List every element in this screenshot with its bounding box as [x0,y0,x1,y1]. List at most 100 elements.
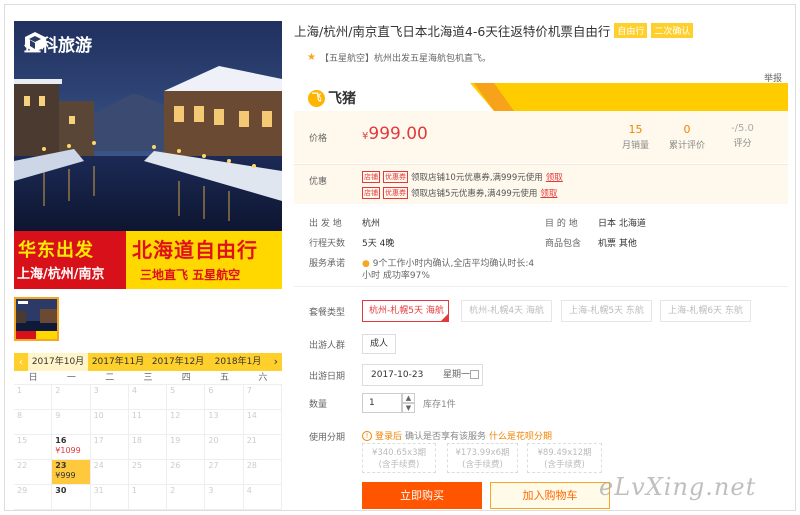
calendar-day-number: 10 [93,411,104,420]
quantity-input[interactable]: 1 [362,393,402,413]
calendar-day-number: 20 [208,436,219,445]
date-value: 2017-10-23 [371,370,424,380]
info-icon: ! [362,430,372,441]
product-subtitle: ★ 【五星航空】杭州出发五星海航包机直飞。 [307,51,491,64]
weekday-label: 六 [258,373,268,383]
banner-features: 三地直飞 五星航空 [140,268,241,282]
quantity-label: 数量 [309,400,328,410]
calendar-day-number: 24 [93,461,104,470]
calendar-day-number: 15 [17,436,28,445]
sales-number: 15 [628,123,643,136]
installment-note-text: 确认是否享有该服务 [405,432,487,442]
calendar-day-price: ¥1099 [55,446,81,455]
calendar-day-number: 4 [131,386,137,395]
calendar-day-number: 1 [17,386,23,395]
quantity-up-icon[interactable]: ▲ [402,393,415,403]
weekday-label: 五 [220,373,230,383]
add-to-cart-button[interactable]: 加入购物车 [490,482,610,509]
calendar-day-cell: 3 [205,485,244,510]
installment-amount: ¥340.65x3期 [371,448,427,458]
calendar-day-cell: 1 [128,485,168,510]
installment-option-6[interactable]: ¥173.99x6期 (含手续费) [447,443,518,473]
image-thumbnail[interactable] [14,297,59,341]
package-label: 套餐类型 [309,308,346,318]
coupon-text-2: 领取店铺5元优惠券,满499元使用 [411,189,538,199]
installment-option-12[interactable]: ¥89.49x12期 (含手续费) [527,443,602,473]
package-option-2[interactable]: 杭州-札幌4天 海航 [461,300,552,322]
calendar-day-number: 14 [246,411,257,420]
quantity-down-icon[interactable]: ▼ [402,403,415,413]
crowd-option-adult[interactable]: 成人 [362,334,396,354]
fliggy-logo-icon: 飞 [308,89,325,107]
date-picker[interactable]: 2017-10-23 星期一 [362,364,483,386]
login-link[interactable]: 登录后 [375,429,402,442]
date-weekday: 星期一 [443,370,471,380]
depart-value: 杭州 [362,219,381,229]
calendar-day-number: 7 [246,386,252,395]
calendar-day-number: 31 [93,486,104,495]
coupon-tag-coupon: 优惠券 [383,187,408,199]
service-promise-label: 服务承诺 [309,259,346,269]
installment-option-3[interactable]: ¥340.65x3期 (含手续费) [362,443,436,473]
promo-label: 优惠 [309,177,328,187]
calendar-day-price: ¥999 [55,471,76,480]
includes-label: 商品包含 [545,239,582,249]
calendar-day-cell: 3 [90,385,129,410]
calendar-day-grid: 1 2 3 4 5 6 7 8 9 10 11 12 13 14 15 16 ¥1099 17 18 19 20 21 22… [14,385,282,510]
month-tab-1[interactable]: 2017年10月 [28,353,88,371]
installment-fee: (含手续费) [378,460,420,470]
calendar-day-cell: 4 [243,485,282,510]
installment-label: 使用分期 [309,433,346,443]
coupon-text-1: 领取店铺10元优惠券,满999元使用 [411,173,543,183]
product-title-row: 上海/杭州/南京直飞日本北海道4-6天往返特价机票自由行 自由行 二次确认 [294,21,694,40]
calendar-icon [470,370,479,379]
claim-coupon-link-1[interactable]: 领取 [546,171,563,183]
calendar-day-cell: 10 [90,410,129,435]
installment-help-link[interactable]: 什么是花呗分期 [489,429,552,442]
month-tab-4[interactable]: 2018年1月 [208,353,268,371]
calendar-day-cell: 24 [90,460,129,485]
product-main-image[interactable]: 盈科旅游 华东出发 上海/杭州/南京 北海道自由行 三地直飞 五星航空 [14,21,282,289]
calendar-day-number: 17 [93,436,104,445]
promotion-panel: 优惠 店铺 优惠券 领取店铺10元优惠券,满999元使用 领取 店铺 优惠券 领… [294,164,788,204]
calendar-day-cell: 12 [167,410,206,435]
calendar-day-number: 16 [55,436,67,445]
weekday-label: 一 [66,373,76,383]
claim-coupon-link-2[interactable]: 领取 [540,187,557,199]
sales-label: 月销量 [622,141,650,151]
package-option-3[interactable]: 上海-札幌5天 东航 [561,300,652,322]
calendar-day-cell: 29 [14,485,53,510]
calendar-next-icon[interactable]: › [274,353,278,371]
calendar-day-cell: 28 [243,460,282,485]
calendar-day-cell[interactable]: 23 ¥999 [52,460,91,485]
month-tab-3[interactable]: 2017年12月 [148,353,208,371]
calendar-day-cell[interactable]: 16 ¥1099 [52,435,91,460]
total-reviews[interactable]: 0 累计评价 [669,123,705,151]
calendar-day-cell: 2 [52,385,91,410]
package-option-4[interactable]: 上海-札幌6天 东航 [660,300,751,322]
calendar-day-cell: 21 [243,435,282,460]
rating-label: 评分 [733,139,752,149]
package-option-1[interactable]: 杭州-札幌5天 海航 [362,300,449,322]
calendar-month-tabs: ‹ 2017年10月 2017年11月 2017年12月 2018年1月 › [14,353,282,371]
weekday-label: 四 [181,373,191,383]
buy-now-button[interactable]: 立即购买 [362,482,482,509]
calendar-day-cell: 4 [128,385,168,410]
calendar-day-cell: 27 [205,460,244,485]
calendar-day-cell: 18 [128,435,168,460]
calendar-day-cell: 22 [14,460,53,485]
destination-value: 日本 北海道 [598,219,646,229]
banner-cities: 上海/杭州/南京 [17,267,105,282]
rating-number: -/5.0 [731,123,754,134]
calendar-day-number: 25 [131,461,143,470]
month-tab-2[interactable]: 2017年11月 [88,353,148,371]
fliggy-logo-text: 飞猪 [328,91,356,107]
calendar-weekday-header: 日 一 二 三 四 五 六 [14,371,282,385]
calendar-day-number: 30 [55,486,67,495]
trip-days-value: 5天 4晚 [362,239,395,249]
subtitle-text: 【五星航空】杭州出发五星海航包机直飞。 [319,54,491,64]
banner-destination: 北海道自由行 [132,238,258,262]
calendar-day-cell: 14 [243,410,282,435]
calendar-day-cell: 26 [167,460,206,485]
calendar-prev-icon[interactable]: ‹ [14,357,28,368]
